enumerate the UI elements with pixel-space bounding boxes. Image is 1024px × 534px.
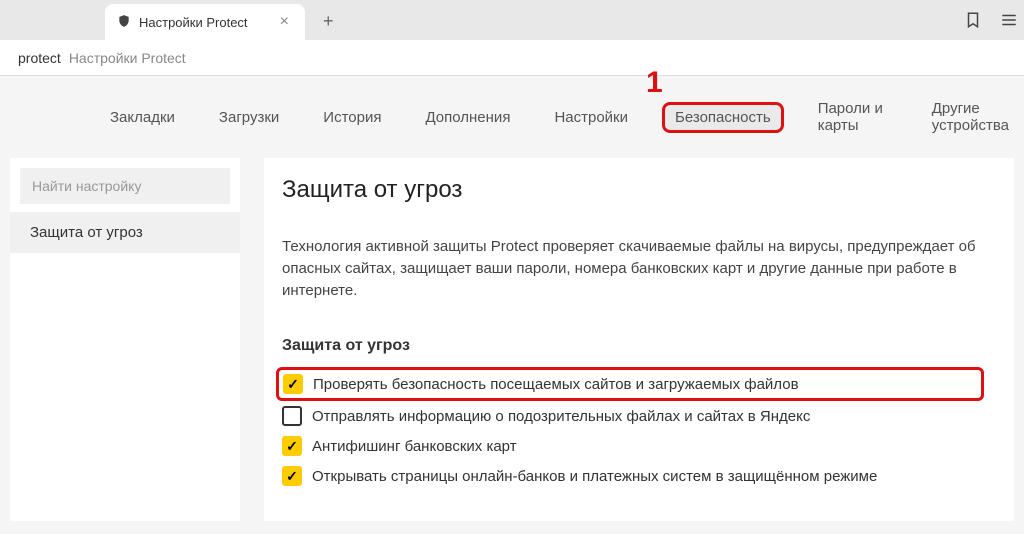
shield-icon [117, 14, 131, 31]
checkbox-label: Проверять безопасность посещаемых сайтов… [313, 376, 799, 393]
new-tab-button[interactable]: + [313, 3, 344, 40]
page-title: Защита от угроз [282, 176, 984, 204]
tab-close-icon[interactable]: × [276, 13, 293, 31]
menu-icon[interactable] [1000, 11, 1018, 29]
checkbox-label: Отправлять информацию о подозрительных ф… [312, 408, 810, 425]
browser-tab[interactable]: Настройки Protect × [105, 4, 305, 40]
nav-history[interactable]: История [313, 103, 391, 132]
check-row-3[interactable]: Открывать страницы онлайн-банков и плате… [282, 461, 984, 491]
nav-passwords[interactable]: Пароли и карты [808, 94, 898, 140]
nav-settings[interactable]: Настройки [544, 103, 638, 132]
checkbox[interactable] [282, 436, 302, 456]
nav-downloads[interactable]: Загрузки [209, 103, 289, 132]
settings-nav: Закладки Загрузки История Дополнения Нас… [0, 76, 1024, 158]
check-row-1[interactable]: Отправлять информацию о подозрительных ф… [282, 401, 984, 431]
checkbox[interactable] [282, 466, 302, 486]
page-description: Технология активной защиты Protect прове… [282, 236, 982, 301]
browser-tab-bar: Настройки Protect × + [0, 0, 1024, 40]
checkbox-list: Проверять безопасность посещаемых сайтов… [282, 367, 984, 491]
nav-bookmarks[interactable]: Закладки [100, 103, 185, 132]
bookmark-flag-icon[interactable] [964, 11, 982, 29]
search-input[interactable] [20, 168, 230, 204]
nav-security[interactable]: Безопасность [662, 102, 784, 133]
nav-addons[interactable]: Дополнения [415, 103, 520, 132]
tab-title: Настройки Protect [139, 15, 248, 30]
check-row-2[interactable]: Антифишинг банковских карт [282, 431, 984, 461]
nav-devices[interactable]: Другие устройства [922, 94, 1024, 140]
section-title: Защита от угроз [282, 337, 984, 355]
check-row-0[interactable]: Проверять безопасность посещаемых сайтов… [276, 367, 984, 401]
sidebar-item-threats[interactable]: Защита от угроз [10, 212, 240, 253]
content: Защита от угроз Технология активной защи… [264, 158, 1014, 521]
address-bar[interactable]: protect Настройки Protect [0, 40, 1024, 76]
checkbox[interactable] [283, 374, 303, 394]
address-seg-2: Настройки Protect [69, 50, 186, 66]
checkbox[interactable] [282, 406, 302, 426]
checkbox-label: Антифишинг банковских карт [312, 438, 517, 455]
sidebar: Защита от угроз [10, 158, 240, 521]
annotation-1: 1 [646, 66, 663, 100]
address-seg-1: protect [16, 50, 61, 66]
checkbox-label: Открывать страницы онлайн-банков и плате… [312, 468, 877, 485]
